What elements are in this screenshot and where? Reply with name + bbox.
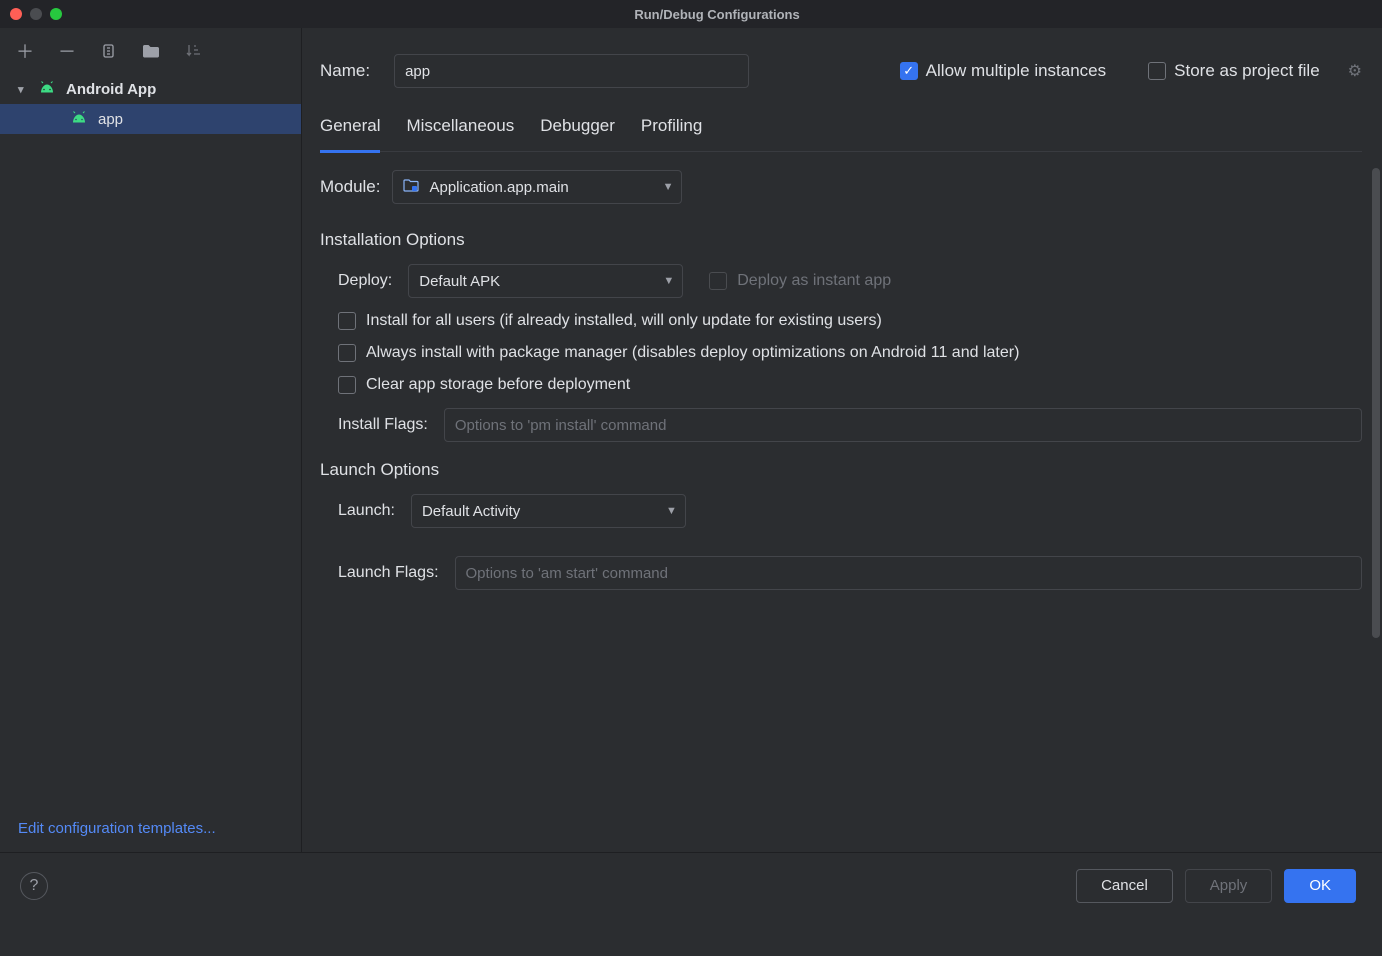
name-input[interactable] bbox=[394, 54, 749, 88]
apply-button: Apply bbox=[1185, 869, 1273, 903]
chevron-down-icon: ▼ bbox=[666, 505, 677, 517]
gear-icon[interactable]: ⚙ bbox=[1348, 61, 1362, 81]
install-all-users-label: Install for all users (if already instal… bbox=[366, 312, 882, 330]
close-window-icon[interactable] bbox=[10, 8, 22, 20]
maximize-window-icon[interactable] bbox=[50, 8, 62, 20]
store-as-file-label: Store as project file bbox=[1174, 61, 1320, 81]
install-flags-label: Install Flags: bbox=[338, 416, 428, 434]
deploy-select[interactable]: Default APK ▼ bbox=[408, 264, 683, 298]
deploy-label: Deploy: bbox=[338, 272, 392, 290]
help-button[interactable]: ? bbox=[20, 872, 48, 900]
window-controls bbox=[10, 8, 62, 20]
allow-multiple-checkbox[interactable]: ✓ Allow multiple instances bbox=[900, 61, 1106, 81]
deploy-instant-checkbox: Deploy as instant app bbox=[709, 272, 891, 290]
copy-config-icon[interactable] bbox=[98, 40, 120, 62]
name-label: Name: bbox=[320, 61, 370, 81]
tab-bar: General Miscellaneous Debugger Profiling bbox=[320, 116, 1362, 152]
folder-config-icon[interactable] bbox=[140, 40, 162, 62]
edit-templates-link-wrap: Edit configuration templates... bbox=[0, 820, 301, 852]
config-tree: ▾ Android App app bbox=[0, 68, 301, 820]
module-select[interactable]: Application.app.main ▼ bbox=[392, 170, 682, 204]
install-options-legend: Installation Options bbox=[320, 230, 1362, 250]
tab-debugger[interactable]: Debugger bbox=[540, 116, 615, 151]
deploy-value: Default APK bbox=[419, 273, 500, 290]
sidebar: ＋ － ▾ Android App bbox=[0, 28, 302, 852]
android-icon bbox=[70, 111, 88, 127]
tree-item-app[interactable]: app bbox=[0, 104, 301, 134]
launch-value: Default Activity bbox=[422, 503, 520, 520]
checkbox-icon bbox=[338, 376, 356, 394]
clear-storage-label: Clear app storage before deployment bbox=[366, 376, 630, 394]
main-panel: Name: ✓ Allow multiple instances Store a… bbox=[302, 28, 1382, 852]
checkbox-checked-icon: ✓ bbox=[900, 62, 918, 80]
checkbox-icon bbox=[338, 312, 356, 330]
chevron-down-icon: ▼ bbox=[663, 181, 674, 193]
install-flags-input[interactable] bbox=[444, 408, 1362, 442]
launch-label: Launch: bbox=[338, 502, 395, 520]
checkbox-icon bbox=[1148, 62, 1166, 80]
tree-group-android-app[interactable]: ▾ Android App bbox=[0, 74, 301, 104]
folder-icon bbox=[403, 179, 419, 195]
store-as-file-checkbox[interactable]: Store as project file bbox=[1148, 61, 1320, 81]
titlebar: Run/Debug Configurations bbox=[0, 0, 1382, 28]
launch-options-legend: Launch Options bbox=[320, 460, 1362, 480]
deploy-instant-label: Deploy as instant app bbox=[737, 272, 891, 290]
window-title: Run/Debug Configurations bbox=[62, 7, 1372, 22]
edit-templates-link[interactable]: Edit configuration templates... bbox=[18, 820, 216, 837]
cancel-button[interactable]: Cancel bbox=[1076, 869, 1173, 903]
always-pm-label: Always install with package manager (dis… bbox=[366, 344, 1019, 362]
add-config-icon[interactable]: ＋ bbox=[14, 40, 36, 62]
module-value: Application.app.main bbox=[429, 179, 568, 196]
chevron-down-icon: ▾ bbox=[18, 83, 32, 96]
tab-profiling[interactable]: Profiling bbox=[641, 116, 702, 151]
always-pm-checkbox[interactable]: Always install with package manager (dis… bbox=[338, 344, 1362, 362]
launch-flags-label: Launch Flags: bbox=[338, 564, 439, 582]
android-icon bbox=[38, 81, 56, 97]
checkbox-icon bbox=[338, 344, 356, 362]
footer: ? Cancel Apply OK bbox=[0, 852, 1382, 918]
launch-select[interactable]: Default Activity ▼ bbox=[411, 494, 686, 528]
tab-miscellaneous[interactable]: Miscellaneous bbox=[406, 116, 514, 151]
remove-config-icon[interactable]: － bbox=[56, 40, 78, 62]
sort-config-icon[interactable] bbox=[182, 40, 204, 62]
clear-storage-checkbox[interactable]: Clear app storage before deployment bbox=[338, 376, 1362, 394]
tree-group-label: Android App bbox=[66, 81, 156, 98]
allow-multiple-label: Allow multiple instances bbox=[926, 61, 1106, 81]
tree-item-label: app bbox=[98, 111, 123, 128]
launch-flags-input[interactable] bbox=[455, 556, 1362, 590]
chevron-down-icon: ▼ bbox=[663, 275, 674, 287]
install-all-users-checkbox[interactable]: Install for all users (if already instal… bbox=[338, 312, 1362, 330]
minimize-window-icon bbox=[30, 8, 42, 20]
module-label: Module: bbox=[320, 177, 380, 197]
ok-button[interactable]: OK bbox=[1284, 869, 1356, 903]
scrollbar[interactable] bbox=[1372, 168, 1380, 638]
tab-general[interactable]: General bbox=[320, 116, 380, 153]
checkbox-icon bbox=[709, 272, 727, 290]
sidebar-toolbar: ＋ － bbox=[0, 28, 301, 68]
